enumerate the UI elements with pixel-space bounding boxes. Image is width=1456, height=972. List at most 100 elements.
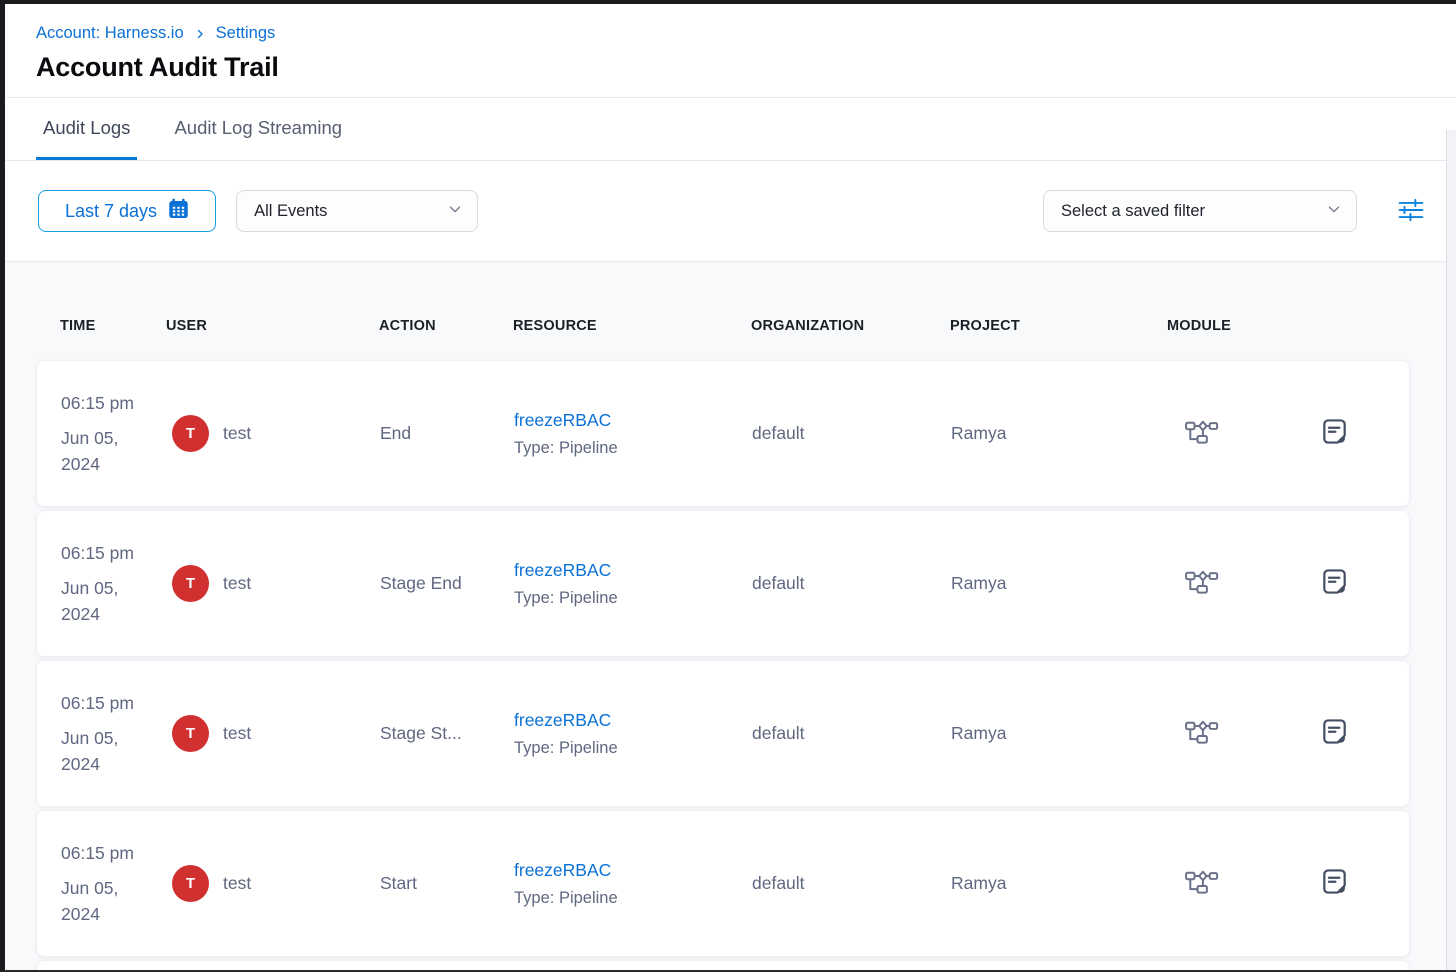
chevron-down-icon	[1325, 200, 1343, 223]
notes-cell[interactable]	[1283, 866, 1385, 902]
note-icon	[1319, 566, 1350, 602]
col-header-time: TIME	[60, 318, 166, 334]
user-name: test	[223, 873, 251, 894]
saved-filter-dropdown[interactable]: Select a saved filter	[1043, 190, 1357, 232]
project-cell: Ramya	[951, 573, 1168, 594]
user-cell: T test	[167, 715, 380, 752]
time-cell: 06:15 pm Jun 05, 2024	[61, 540, 147, 628]
organization-cell: default	[752, 723, 951, 744]
page-title: Account Audit Trail	[36, 52, 1456, 83]
action-cell: Stage End	[380, 573, 514, 594]
pipeline-flowchart-icon	[1184, 418, 1219, 450]
date-range-button[interactable]: Last 7 days	[38, 190, 216, 232]
breadcrumb-account-link[interactable]: Account: Harness.io	[36, 24, 184, 43]
avatar: T	[172, 865, 209, 902]
action-cell: Stage St...	[380, 723, 514, 744]
col-header-organization: ORGANIZATION	[751, 318, 950, 334]
table-row[interactable]: 06:15 pm Jun 05, 2024 T test Stage St...…	[36, 660, 1410, 807]
time-cell: 06:15 pm Jun 05, 2024	[61, 840, 147, 928]
resource-type: Type: Pipeline	[514, 739, 752, 758]
date-range-label: Last 7 days	[65, 201, 157, 222]
row-time: 06:15 pm	[61, 540, 147, 566]
breadcrumb: Account: Harness.io Settings	[36, 24, 1456, 43]
table-row[interactable]: 06:15 pm Jun 05, 2024 T test End freezeR…	[36, 360, 1410, 507]
tab-audit-log-streaming[interactable]: Audit Log Streaming	[167, 98, 349, 160]
breadcrumb-settings-link[interactable]: Settings	[216, 24, 276, 43]
action-cell: End	[380, 423, 514, 444]
organization-cell: default	[752, 423, 951, 444]
project-cell: Ramya	[951, 423, 1168, 444]
note-icon	[1319, 416, 1350, 452]
row-time: 06:15 pm	[61, 690, 147, 716]
col-header-project: PROJECT	[950, 318, 1167, 334]
tab-audit-logs[interactable]: Audit Logs	[36, 98, 137, 160]
avatar: T	[172, 415, 209, 452]
vertical-scrollbar[interactable]	[1446, 130, 1456, 970]
action-cell: Start	[380, 873, 514, 894]
time-cell: 06:15 pm Jun 05, 2024	[61, 390, 147, 478]
col-header-resource: RESOURCE	[513, 318, 751, 334]
organization-cell: default	[752, 573, 951, 594]
module-cell	[1168, 868, 1283, 900]
module-cell	[1168, 718, 1283, 750]
page-header: Account: Harness.io Settings Account Aud…	[5, 4, 1456, 97]
user-name: test	[223, 723, 251, 744]
col-header-module: MODULE	[1167, 318, 1282, 334]
user-name: test	[223, 573, 251, 594]
calendar-icon	[168, 198, 189, 224]
row-date: Jun 05, 2024	[61, 575, 147, 628]
row-time: 06:15 pm	[61, 390, 147, 416]
resource-link[interactable]: freezeRBAC	[514, 410, 752, 431]
saved-filter-placeholder: Select a saved filter	[1061, 202, 1205, 221]
filter-settings-button[interactable]	[1394, 194, 1428, 229]
row-date: Jun 05, 2024	[61, 425, 147, 478]
chevron-right-icon	[194, 28, 206, 40]
tab-bar: Audit Logs Audit Log Streaming	[5, 97, 1456, 161]
user-cell: T test	[167, 865, 380, 902]
avatar: T	[172, 565, 209, 602]
project-cell: Ramya	[951, 723, 1168, 744]
resource-link[interactable]: freezeRBAC	[514, 560, 752, 581]
resource-type: Type: Pipeline	[514, 589, 752, 608]
avatar: T	[172, 715, 209, 752]
user-name: test	[223, 423, 251, 444]
resource-link[interactable]: freezeRBAC	[514, 710, 752, 731]
resource-type: Type: Pipeline	[514, 889, 752, 908]
table-row[interactable]: 06:15 pm Jun 05, 2024 T test Stage End f…	[36, 510, 1410, 657]
organization-cell: default	[752, 873, 951, 894]
sliders-filter-icon	[1398, 198, 1424, 225]
col-header-action: ACTION	[379, 318, 513, 334]
app-window: Account: Harness.io Settings Account Aud…	[0, 0, 1456, 972]
resource-cell: freezeRBAC Type: Pipeline	[514, 710, 752, 758]
resource-cell: freezeRBAC Type: Pipeline	[514, 860, 752, 908]
module-cell	[1168, 568, 1283, 600]
pipeline-flowchart-icon	[1184, 568, 1219, 600]
row-date: Jun 05, 2024	[61, 725, 147, 778]
events-dropdown[interactable]: All Events	[236, 190, 478, 232]
col-header-user: USER	[166, 318, 379, 334]
table-header-row: TIME USER ACTION RESOURCE ORGANIZATION P…	[36, 318, 1410, 334]
notes-cell[interactable]	[1283, 416, 1385, 452]
user-cell: T test	[167, 565, 380, 602]
events-dropdown-value: All Events	[254, 202, 327, 221]
resource-cell: freezeRBAC Type: Pipeline	[514, 410, 752, 458]
resource-link[interactable]: freezeRBAC	[514, 860, 752, 881]
note-icon	[1319, 866, 1350, 902]
audit-table: TIME USER ACTION RESOURCE ORGANIZATION P…	[5, 262, 1456, 970]
row-date: Jun 05, 2024	[61, 875, 147, 928]
notes-cell[interactable]	[1283, 716, 1385, 752]
pipeline-flowchart-icon	[1184, 718, 1219, 750]
pipeline-flowchart-icon	[1184, 868, 1219, 900]
table-row[interactable]: 06:15 pm Jun 05, 2024 T test Start freez…	[36, 810, 1410, 957]
module-cell	[1168, 418, 1283, 450]
row-time: 06:15 pm	[61, 840, 147, 866]
time-cell: 06:15 pm Jun 05, 2024	[61, 690, 147, 778]
user-cell: T test	[167, 415, 380, 452]
table-row-partial	[36, 960, 1410, 970]
project-cell: Ramya	[951, 873, 1168, 894]
notes-cell[interactable]	[1283, 566, 1385, 602]
filter-bar: Last 7 days All Events	[5, 161, 1456, 262]
note-icon	[1319, 716, 1350, 752]
table-body: 06:15 pm Jun 05, 2024 T test End freezeR…	[5, 360, 1456, 957]
resource-type: Type: Pipeline	[514, 439, 752, 458]
